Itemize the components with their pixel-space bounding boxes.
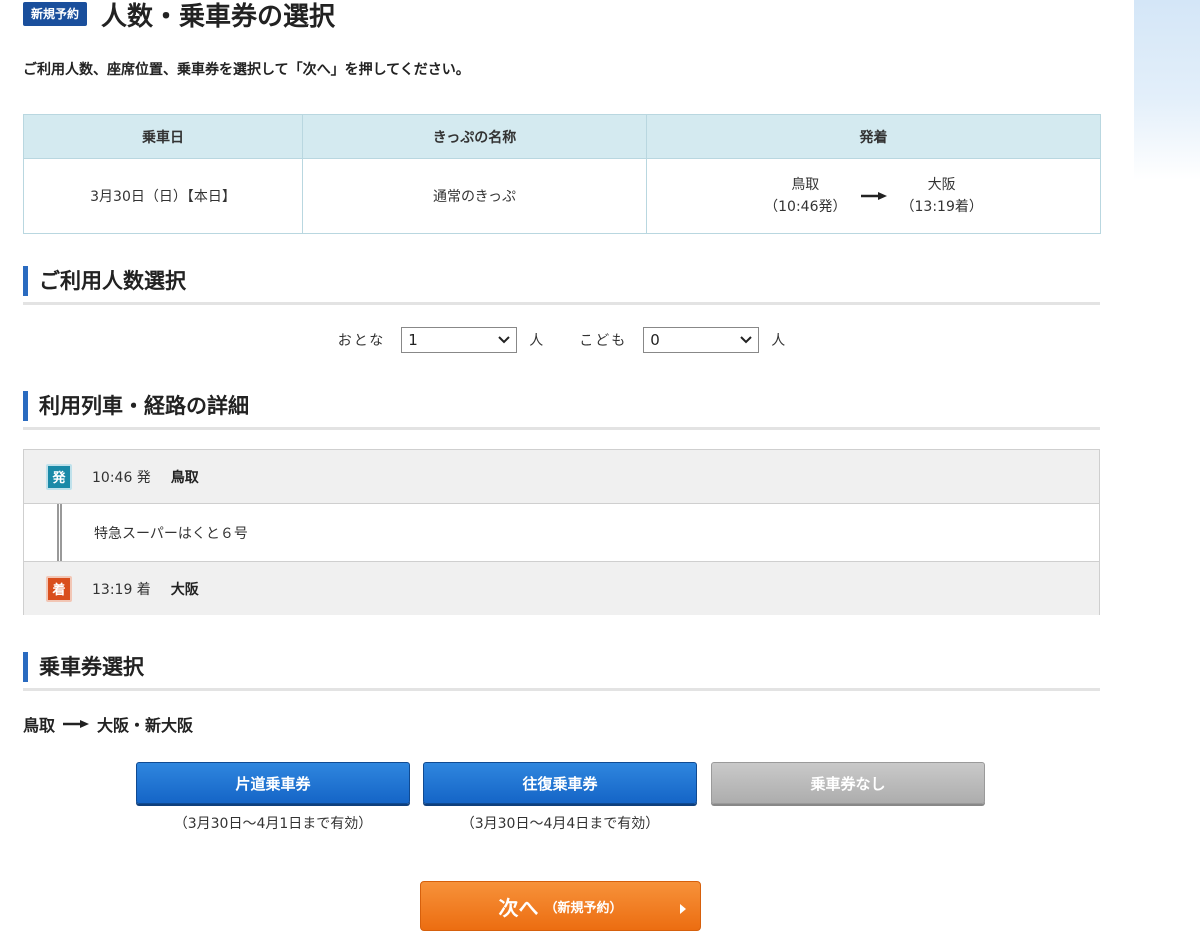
- origin-station: 鳥取: [791, 177, 820, 193]
- right-arrow-icon: [63, 720, 90, 728]
- reservation-summary-table: 乗車日 きっぷの名称 発着 3月30日（日）【本日】 通常のきっぷ 鳥取 （10…: [23, 114, 1101, 234]
- arrival-station: 大阪: [170, 581, 199, 598]
- departure-row: 発 10:46 発 鳥取: [24, 450, 1099, 504]
- ticket-name: 通常のきっぷ: [302, 158, 647, 234]
- next-button-label: 次へ: [498, 895, 539, 920]
- arrival-time: 13:19 着: [92, 581, 151, 598]
- destination-station: 大阪: [927, 177, 956, 193]
- right-arrow-icon: [860, 192, 887, 200]
- section-route-details: 利用列車・経路の詳細: [23, 389, 1100, 430]
- boarding-date: 3月30日（日）【本日】: [23, 158, 303, 234]
- page-header: 新規予約 人数・乗車券の選択: [23, 0, 335, 34]
- child-label: こども: [579, 333, 628, 349]
- instruction-text: ご利用人数、座席位置、乗車券を選択して「次へ」を押してください。: [23, 62, 470, 78]
- section-title: 乗車券選択: [39, 655, 144, 679]
- child-count-select[interactable]: 0: [643, 327, 760, 353]
- arrival-tag: 着: [46, 575, 72, 602]
- one-way-ticket-button[interactable]: 片道乗車券: [136, 762, 410, 804]
- new-reservation-badge: 新規予約: [23, 2, 88, 26]
- origin-station-block: 鳥取 （10:46発）: [764, 174, 846, 218]
- departure-tag: 発: [46, 463, 72, 490]
- no-ticket-button[interactable]: 乗車券なし: [711, 762, 985, 804]
- section-accent-bar: [23, 391, 28, 421]
- section-accent-bar: [23, 266, 28, 296]
- arrival-row: 着 13:19 着 大阪: [24, 561, 1099, 615]
- header-ticket-name: きっぷの名称: [302, 114, 647, 159]
- origin-destination-cell: 鳥取 （10:46発） 大阪 （13:19着）: [646, 158, 1101, 234]
- round-trip-ticket-button[interactable]: 往復乗車券: [423, 762, 697, 804]
- chevron-down-icon: [498, 336, 511, 344]
- section-title: 利用列車・経路の詳細: [39, 394, 249, 418]
- section-passenger-count: ご利用人数選択: [23, 264, 1100, 305]
- page-title: 人数・乗車券の選択: [101, 1, 336, 32]
- adult-count-select[interactable]: 1: [401, 327, 518, 353]
- destination-time: （13:19着）: [900, 199, 983, 215]
- origin-time: （10:46発）: [764, 199, 847, 215]
- adult-label: おとな: [337, 333, 386, 349]
- header-date: 乗車日: [23, 114, 303, 159]
- section-title: ご利用人数選択: [39, 269, 186, 293]
- adult-count-value: 1: [408, 331, 418, 349]
- passenger-count-row: おとな 1 人 こども 0 人: [23, 326, 1100, 354]
- round-trip-validity: （3月30日〜4月4日まで有効）: [460, 816, 660, 832]
- one-way-validity: （3月30日〜4月1日まで有効）: [173, 816, 373, 832]
- chevron-down-icon: [740, 336, 753, 344]
- next-button[interactable]: 次へ （新規予約）: [420, 881, 701, 931]
- departure-time: 10:46 発: [92, 469, 151, 486]
- destination-station-block: 大阪 （13:19着）: [901, 174, 983, 218]
- header-origin-destination: 発着: [646, 114, 1101, 159]
- side-decoration: [1134, 0, 1200, 180]
- section-ticket-selection: 乗車券選択: [23, 650, 1100, 691]
- train-name: 特急スーパーはくと６号: [94, 525, 248, 542]
- route-details-box: 発 10:46 発 鳥取 特急スーパーはくと６号 着 13:19 着 大阪: [23, 449, 1100, 615]
- ticket-to: 大阪・新大阪: [97, 716, 194, 735]
- departure-station: 鳥取: [170, 469, 199, 486]
- adult-unit: 人: [529, 333, 544, 349]
- route-line: [57, 504, 62, 561]
- child-unit: 人: [771, 333, 786, 349]
- child-count-value: 0: [650, 331, 660, 349]
- ticket-from: 鳥取: [23, 716, 56, 735]
- ticket-route-line: 鳥取 大阪・新大阪: [23, 712, 193, 736]
- train-row: 特急スーパーはくと６号: [24, 504, 1099, 561]
- section-accent-bar: [23, 652, 28, 682]
